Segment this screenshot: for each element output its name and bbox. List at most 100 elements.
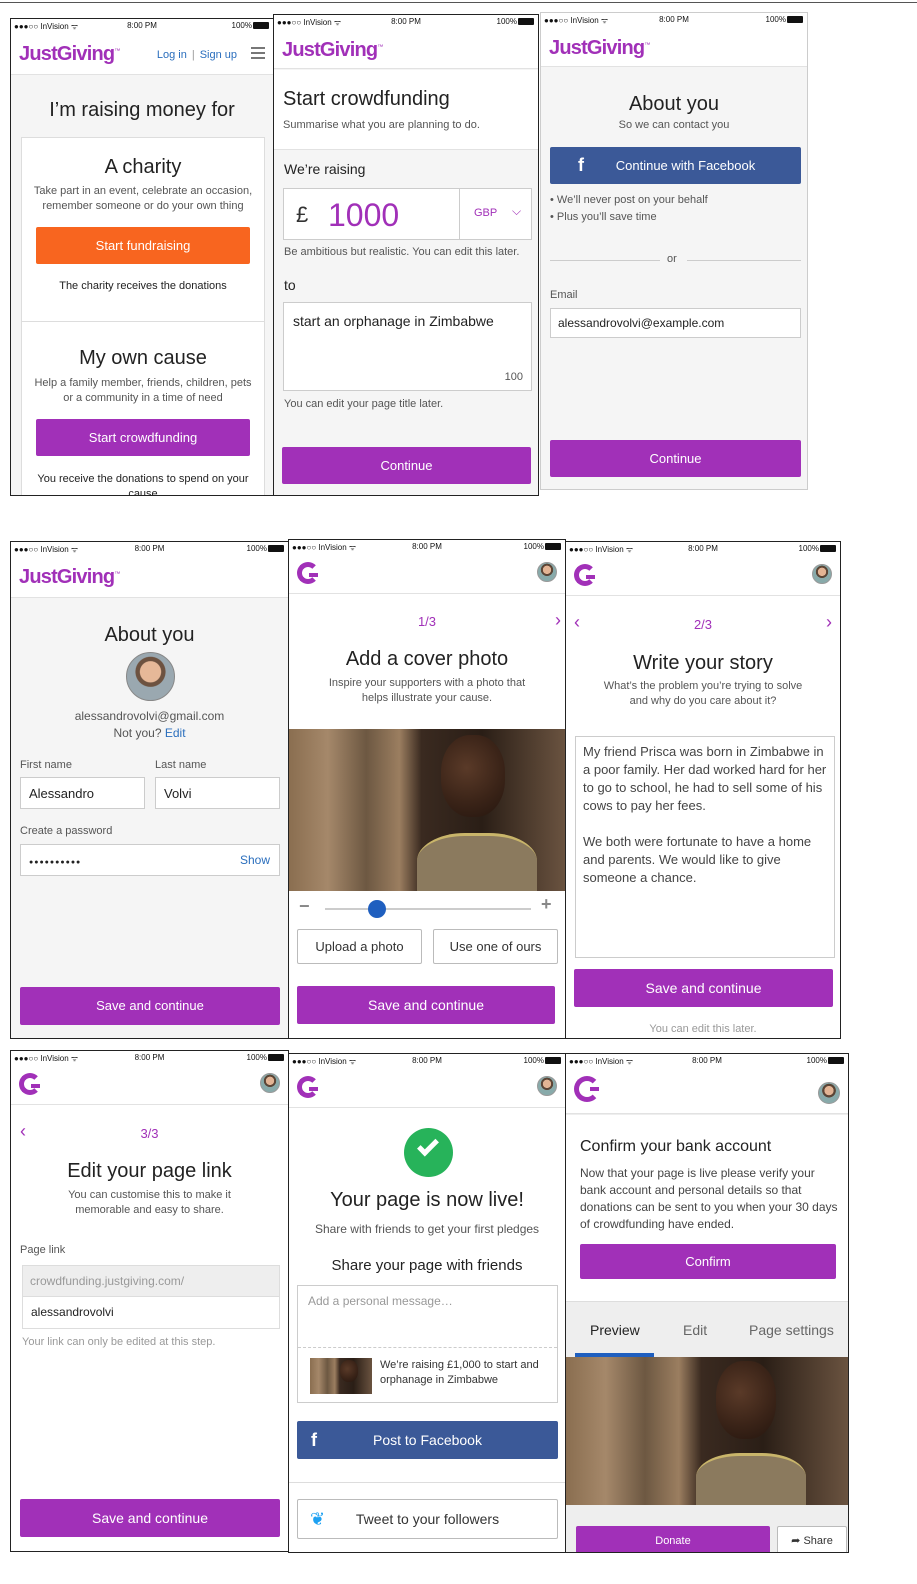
use-our-photo-button[interactable]: Use one of ours: [433, 929, 558, 964]
password-field[interactable]: ●●●●●●●●●● Show: [20, 844, 280, 876]
first-name-field[interactable]: Alessandro: [20, 777, 145, 809]
tab-preview[interactable]: Preview: [590, 1322, 640, 1338]
status-bar: ●●●○○ InVision ᯤ 8:00 PM 100%: [289, 540, 565, 554]
battery-level: 100%: [798, 544, 819, 553]
purpose-textarea[interactable]: start an orphanage in Zimbabwe 100: [283, 302, 532, 391]
share-preview-text: We’re raising £1,000 to start and orphan…: [380, 1359, 539, 1386]
auth-links: Log in | Sign up: [157, 49, 237, 61]
signup-link[interactable]: Sign up: [200, 49, 237, 61]
not-you-text: Not you?: [113, 726, 162, 740]
avatar[interactable]: [260, 1073, 280, 1093]
logo-text: JustGiving: [19, 43, 115, 65]
character-count: 100: [504, 371, 523, 383]
zoom-track[interactable]: [325, 908, 531, 910]
share-icon: ➦: [791, 1535, 804, 1547]
email-label: Email: [550, 289, 578, 301]
app-header: JustGiving™: [541, 27, 807, 67]
battery-level: 100%: [806, 1056, 827, 1065]
battery-icon: [253, 22, 269, 29]
battery-level: 100%: [765, 15, 786, 24]
charity-card: A charity Take part in an event, celebra…: [21, 137, 265, 322]
cover-photo[interactable]: [289, 729, 565, 891]
battery: 100%: [497, 17, 534, 26]
battery-icon: [545, 543, 561, 550]
save-continue-button[interactable]: Save and continue: [20, 1499, 280, 1537]
page-title: Add a cover photo: [345, 648, 509, 670]
email-field[interactable]: alessandrovolvi@example.com: [550, 308, 801, 338]
show-password-toggle[interactable]: Show: [240, 853, 270, 867]
avatar[interactable]: [812, 564, 832, 584]
chevron-down-icon: ⌵: [512, 204, 522, 218]
chevron-right-icon[interactable]: ›: [555, 610, 561, 631]
chevron-right-icon[interactable]: ›: [826, 612, 832, 633]
last-name-field[interactable]: Volvi: [155, 777, 280, 809]
page-subtitle: Inspire your supporters with a photo tha…: [328, 677, 526, 704]
justgiving-g-icon[interactable]: [297, 1076, 319, 1098]
share-button-label: Share: [803, 1535, 833, 1547]
justgiving-g-icon[interactable]: [574, 564, 596, 586]
zoom-out-icon[interactable]: −: [299, 896, 310, 917]
battery: 100%: [247, 544, 284, 553]
share-heading: Share your page with friends: [331, 1257, 523, 1274]
post-to-facebook-button[interactable]: f Post to Facebook: [297, 1421, 558, 1459]
donate-button[interactable]: Donate: [576, 1526, 770, 1552]
start-fundraising-button[interactable]: Start fundraising: [36, 227, 250, 264]
tab-edit[interactable]: Edit: [683, 1322, 707, 1338]
page-title: I’m raising money for: [49, 99, 235, 121]
justgiving-logo[interactable]: JustGiving™: [19, 566, 120, 589]
avatar[interactable]: [537, 562, 557, 582]
edit-link[interactable]: Edit: [165, 726, 186, 740]
screen-page-link: ●●●○○ InVision ᯤ 8:00 PM 100% ‹ 3/3 Edit…: [10, 1050, 289, 1552]
page-subtitle: Summarise what you are planning to do.: [283, 119, 480, 131]
justgiving-g-icon[interactable]: [297, 562, 319, 584]
continue-button[interactable]: Continue: [550, 440, 801, 477]
charity-title: A charity: [104, 156, 182, 178]
amount-value: 1000: [328, 197, 400, 233]
justgiving-logo[interactable]: JustGiving™: [19, 43, 120, 66]
tweet-button[interactable]: ❦ Tweet to your followers: [297, 1499, 558, 1539]
app-header: [289, 1068, 565, 1108]
justgiving-g-icon[interactable]: [19, 1073, 41, 1095]
justgiving-g-icon[interactable]: [574, 1076, 600, 1102]
save-continue-button[interactable]: Save and continue: [297, 986, 555, 1024]
continue-button[interactable]: Continue: [282, 447, 531, 484]
story-paragraph-1: My friend Prisca was born in Zimbabwe in…: [583, 744, 827, 813]
app-header: JustGiving™: [11, 556, 288, 598]
bank-confirm-description: Now that your page is live please verify…: [580, 1166, 838, 1231]
confirm-button[interactable]: Confirm: [580, 1244, 836, 1279]
child-shirt: [696, 1453, 806, 1505]
step-indicator: 2/3: [693, 617, 713, 632]
upload-photo-button[interactable]: Upload a photo: [297, 929, 422, 964]
amount-field[interactable]: £ 1000 GBP ⌵: [283, 188, 532, 240]
avatar[interactable]: [818, 1082, 840, 1104]
save-continue-button[interactable]: Save and continue: [574, 969, 833, 1007]
page-title: Your page is now live!: [330, 1189, 524, 1211]
avatar: [126, 652, 175, 701]
child-face: [716, 1361, 776, 1439]
facebook-button-label: Continue with Facebook: [615, 158, 756, 173]
battery-icon: [787, 16, 803, 23]
login-link[interactable]: Log in: [157, 49, 187, 61]
story-textarea[interactable]: My friend Prisca was born in Zimbabwe in…: [575, 736, 835, 958]
own-cause-note: You receive the donations to spend on yo…: [37, 473, 249, 496]
edit-later-note: You can edit this later.: [649, 1023, 757, 1035]
zoom-in-icon[interactable]: +: [541, 894, 552, 915]
justgiving-logo[interactable]: JustGiving™: [282, 39, 383, 62]
share-button[interactable]: ➦ Share: [777, 1526, 847, 1552]
tab-page-settings[interactable]: Page settings: [749, 1322, 834, 1338]
save-continue-button[interactable]: Save and continue: [20, 987, 280, 1025]
page-link-field[interactable]: alessandrovolvi: [22, 1296, 280, 1329]
app-header: [289, 554, 565, 594]
zoom-slider-handle[interactable]: [367, 900, 386, 918]
battery-icon: [545, 1057, 561, 1064]
avatar[interactable]: [537, 1076, 557, 1096]
child-shirt: [417, 833, 537, 891]
start-crowdfunding-button[interactable]: Start crowdfunding: [36, 419, 250, 456]
logo-mark: ™: [644, 42, 650, 49]
menu-icon[interactable]: [251, 47, 265, 59]
section-divider: [289, 1482, 565, 1483]
justgiving-logo[interactable]: JustGiving™: [549, 37, 650, 60]
currency-select[interactable]: GBP ⌵: [459, 189, 532, 239]
facebook-button[interactable]: f Continue with Facebook: [550, 147, 801, 184]
personal-message-input[interactable]: Add a personal message…: [298, 1286, 557, 1348]
